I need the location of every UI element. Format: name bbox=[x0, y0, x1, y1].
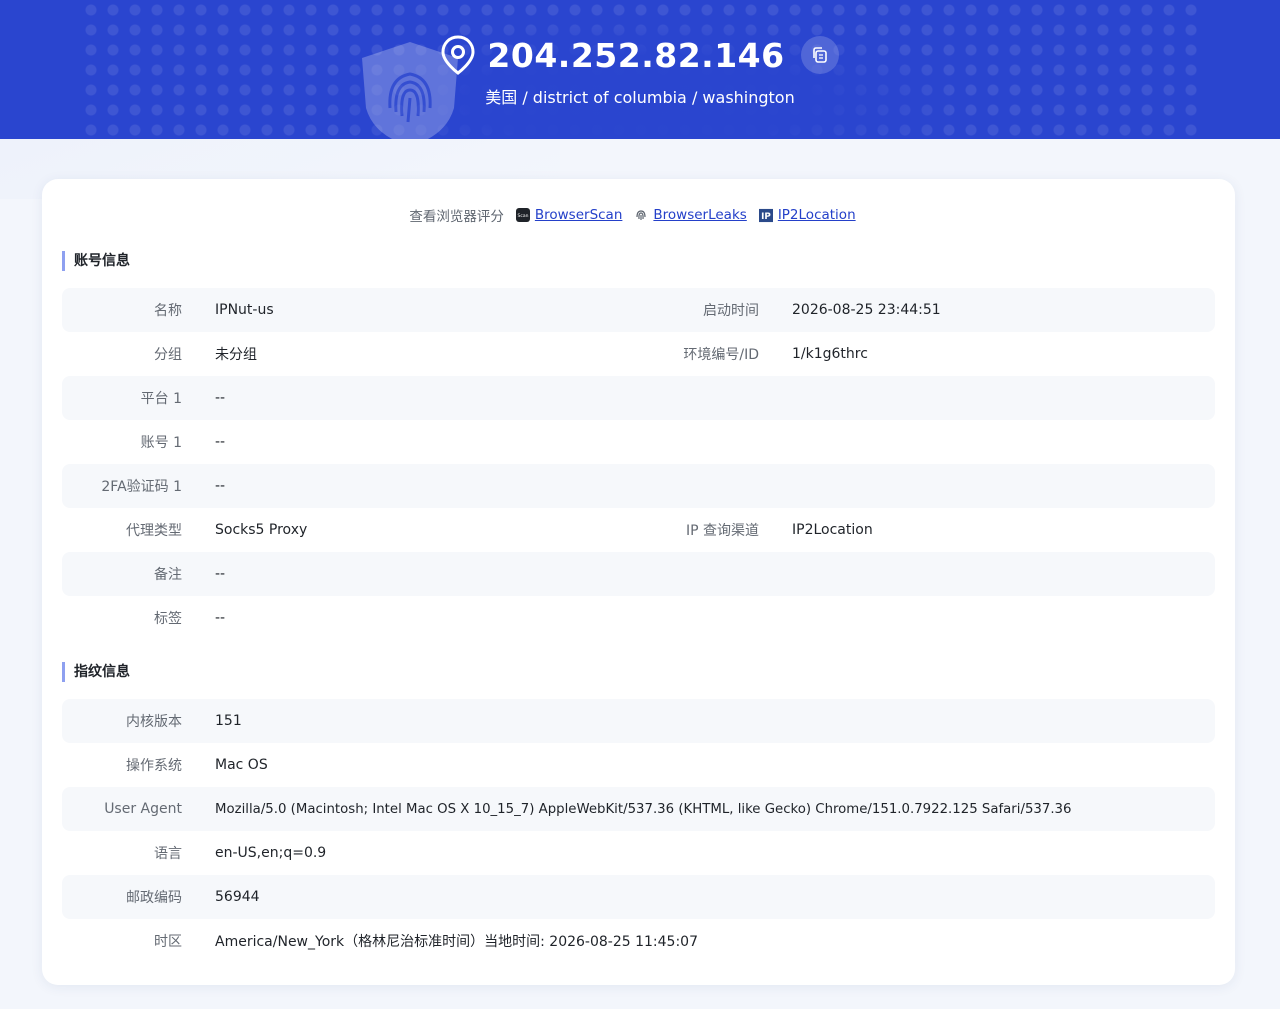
browser-score-label: 查看浏览器评分 bbox=[409, 209, 504, 225]
browserleaks-link[interactable]: BrowserLeaks bbox=[634, 207, 747, 223]
table-row: 分组 未分组 环境编号/ID 1/k1g6thrc bbox=[154, 346, 868, 363]
table-row: 语言 en-US,en;q=0.9 bbox=[154, 845, 327, 862]
browserscan-icon: Scan bbox=[515, 208, 530, 222]
table-row: 2FA验证码 1 -- bbox=[62, 464, 1215, 508]
table-row: 名称 IPNut-us 启动时间 2026-08-25 23:44:51 bbox=[62, 288, 1215, 332]
fingerprint-info-table: 内核版本 151 操作系统 Mac OS User Agent Mozilla/… bbox=[62, 699, 1215, 963]
table-row: 操作系统 Mac OS bbox=[126, 757, 268, 774]
account-info-table: 名称 IPNut-us 启动时间 2026-08-25 23:44:51 分组 … bbox=[62, 288, 1215, 640]
browserscan-link[interactable]: Scan BrowserScan bbox=[515, 207, 622, 223]
table-row: 标签 -- bbox=[154, 610, 226, 627]
ip2location-icon: IP bbox=[758, 208, 773, 222]
table-row: User Agent Mozilla/5.0 (Macintosh; Intel… bbox=[62, 787, 1215, 831]
table-row: 内核版本 151 bbox=[62, 699, 1215, 743]
table-row: 代理类型 Socks5 Proxy IP 查询渠道 IP2Location bbox=[126, 522, 873, 539]
fingerprint-icon bbox=[634, 208, 648, 222]
svg-text:Scan: Scan bbox=[517, 213, 528, 219]
browser-score-links: 查看浏览器评分 Scan BrowserScan BrowserLeaks IP… bbox=[42, 205, 1235, 225]
table-row: 邮政编码 56944 bbox=[62, 875, 1215, 919]
location-pin-icon bbox=[441, 35, 475, 75]
copy-ip-button[interactable] bbox=[800, 36, 839, 74]
svg-text:IP: IP bbox=[761, 212, 771, 222]
info-card: 查看浏览器评分 Scan BrowserScan BrowserLeaks IP… bbox=[42, 179, 1235, 985]
table-row: 备注 -- bbox=[62, 552, 1215, 596]
ip-location: 美国 / district of columbia / washington bbox=[485, 88, 795, 107]
copy-icon bbox=[812, 47, 827, 63]
section-title-account: 账号信息 bbox=[62, 251, 130, 271]
header-banner: 204.252.82.146 美国 / district of columbia… bbox=[0, 0, 1280, 139]
section-title-fingerprint: 指纹信息 bbox=[62, 662, 130, 682]
table-row: 时区 America/New_York（格林尼治标准时间）当地时间: 2026-… bbox=[154, 934, 698, 950]
table-row: 平台 1 -- bbox=[62, 376, 1215, 420]
ip-address: 204.252.82.146 bbox=[487, 35, 785, 75]
ip2location-link[interactable]: IP IP2Location bbox=[758, 207, 856, 223]
table-row: 账号 1 -- bbox=[140, 434, 226, 451]
